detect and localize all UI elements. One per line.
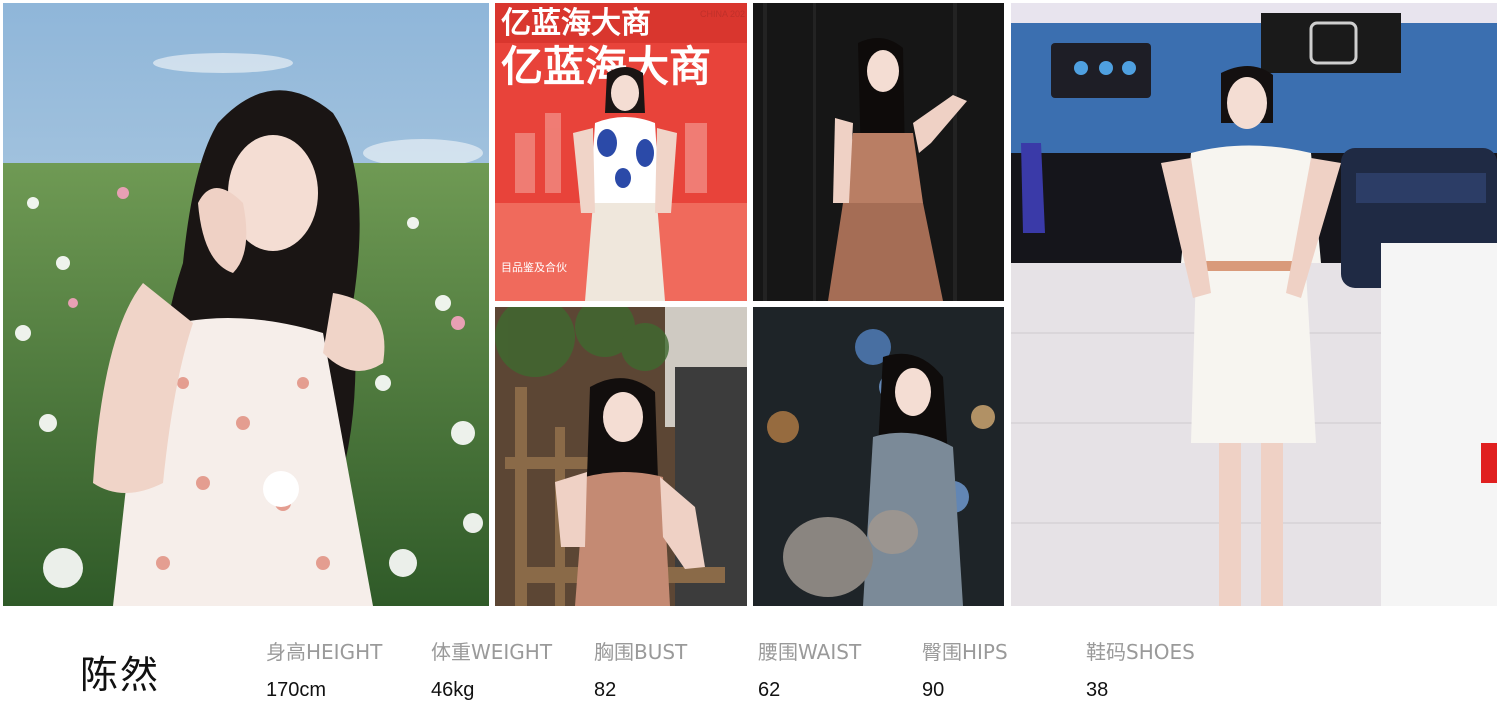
stat-weight: 体重WEIGHT 46kg [431,636,552,702]
banner-top-text: 亿蓝海大商 [501,6,651,41]
stat-shoes: 鞋码SHOES 38 [1086,636,1195,702]
stat-waist: 腰围WAIST 62 [758,636,861,702]
stat-hips: 臀围HIPS 90 [922,636,1008,702]
stat-label: 鞋码SHOES [1086,640,1195,664]
stat-value: 90 [922,679,945,701]
portrait-flower-field-photo [3,3,489,606]
stat-label: 身高HEIGHT [266,640,383,664]
banner-sub-text: 目品鉴及合伙 [501,260,567,274]
stat-height: 身高HEIGHT 170cm [266,636,382,702]
stat-label: 体重WEIGHT [431,640,553,664]
portrait-dark-studio-photo [753,3,1004,301]
portrait-event-backdrop-photo: 亿蓝海大商 亿蓝海大商 CHINA 202 目品鉴及合伙 [495,3,747,301]
portrait-night-street-photo [753,307,1004,606]
stat-value: 82 [594,679,617,701]
banner-corner-text: CHINA 202 [700,9,745,19]
model-name: 陈然 [80,653,161,697]
stat-label: 腰围WAIST [758,640,862,664]
stat-value: 46kg [431,679,475,701]
stat-value: 38 [1086,679,1109,701]
portrait-garden-bench-photo [495,307,747,606]
stat-bust: 胸围BUST 82 [594,636,687,702]
stat-label: 臀围HIPS [922,640,1008,664]
stat-value: 62 [758,679,781,701]
portrait-auto-show-photo [1011,3,1497,606]
stat-value: 170cm [266,679,327,701]
banner-main-text: 亿蓝海大商 [501,42,711,91]
stat-label: 胸围BUST [594,640,688,664]
